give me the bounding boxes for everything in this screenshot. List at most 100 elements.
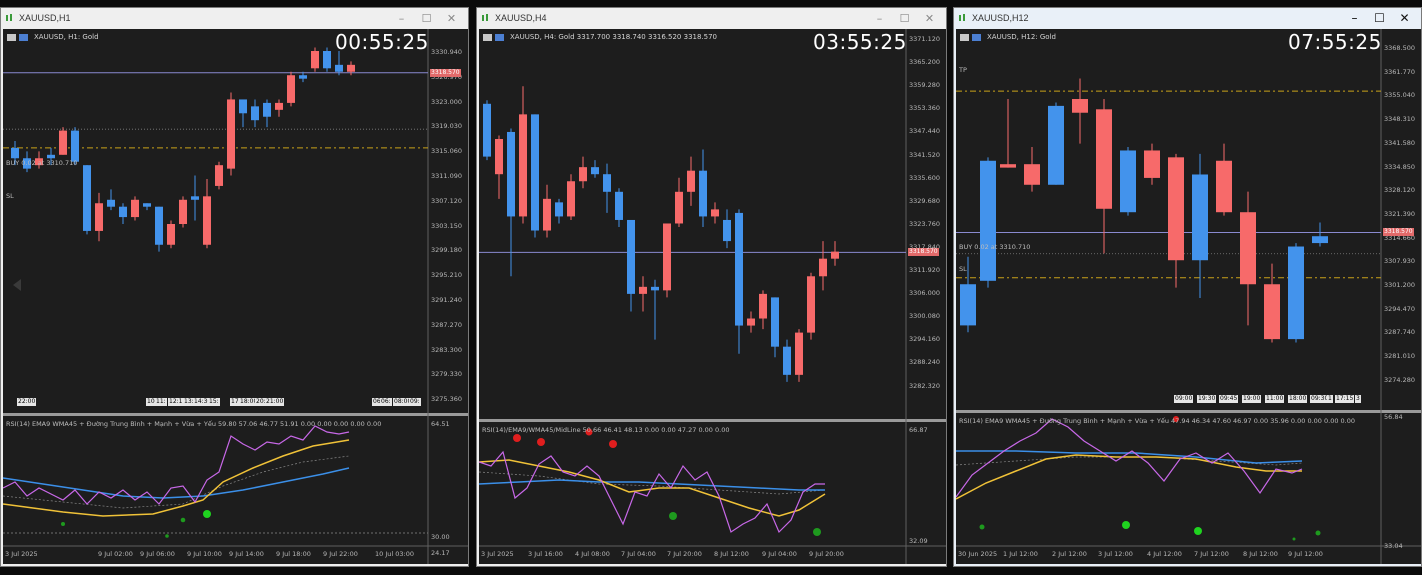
price-tick: 3307.930 [1384,257,1416,266]
candle-body [1216,160,1232,213]
signal-dot [1122,521,1130,529]
chart-area[interactable]: XAUUSD, H4: Gold 3317.700 3318.740 3316.… [479,29,946,564]
chart-window-h4[interactable]: XAUUSD,H4 – ☐ ✕ XAUUSD, H4: Gold 3317.70… [476,7,947,567]
maximize-button[interactable]: ☐ [414,12,439,25]
time-tick: 1 Jul 12:00 [1003,550,1038,558]
panel-separator [479,419,946,422]
candle-body [263,102,271,117]
time-tick: 30 Jun 2025 [958,550,998,558]
panel-separator [956,410,1421,413]
time-marker-tab: 09:45 [1219,395,1239,403]
time-marker-tab: 11:00 [1265,395,1285,403]
close-button[interactable]: ✕ [917,12,942,25]
close-button[interactable]: ✕ [1392,11,1417,25]
countdown-timer: 07:55:25 [1288,30,1382,54]
candle-body [759,293,767,319]
candle-body [155,206,163,245]
candle-body [651,286,659,291]
maximize-button[interactable]: ☐ [892,12,917,25]
current-price-tag: 3318.570 [430,68,461,77]
chart-header: XAUUSD, H12: Gold [987,33,1056,41]
price-tick: 3315.060 [431,147,463,156]
chart-window-h12[interactable]: XAUUSD,H12 – ☐ ✕ XAUUSD, H12: Gold 07:55:… [953,7,1422,567]
time-tick: 7 Jul 20:00 [667,550,702,558]
price-tick: 3295.210 [431,271,463,280]
candle-body [131,199,139,218]
time-tick: 3 Jul 2025 [5,550,38,558]
candle-body [819,258,827,277]
candle-body [675,191,683,224]
signal-dot [1315,530,1321,536]
candle-body [1264,284,1280,340]
signal-dot [180,517,186,523]
signal-dot [165,534,169,538]
indicator-label: RSI(14) EMA9 WMA45 + Đường Trung Bình + … [959,417,1356,425]
minimize-button[interactable]: – [389,12,414,25]
candle-body [807,276,815,333]
symbol-icon [19,34,28,41]
time-marker-tab: 18:00 [1288,395,1308,403]
chart-grid-icon [7,34,16,41]
price-tick: 3287.740 [1384,328,1416,337]
candle-body [143,203,151,207]
price-tick: 3294.160 [909,335,941,344]
buy-order-label: BUY 0.02 at 3310.710 [959,243,1031,251]
time-tick: 9 Jul 20:00 [809,550,844,558]
chart-area[interactable]: XAUUSD, H12: Gold 07:55:25 3368.500 3361.77… [956,29,1421,564]
time-tick: 7 Jul 12:00 [1194,550,1229,558]
price-tick: 3355.040 [1384,91,1416,100]
signal-dot [513,434,521,442]
signal-dot [609,440,617,448]
candle-body [519,114,527,217]
candle-body [579,167,587,182]
indicator-tick: 64.51 [431,420,450,428]
signal-dot [61,522,65,526]
time-marker-tab: 11: [155,398,167,406]
chart-window-h1[interactable]: XAUUSD,H1 – ☐ ✕ XAUUSD, H1: Gold 00:55:25… [0,7,469,567]
time-marker-tab: 17:15 [1335,395,1355,403]
candle-body [239,99,247,114]
chart-area[interactable]: XAUUSD, H1: Gold 00:55:25 3330.940 3326.970… [3,29,468,564]
price-tick: 3299.180 [431,246,463,255]
candle-body [167,224,175,245]
indicator-tick: 24.17 [431,549,450,557]
chart-svg [479,29,946,564]
candle-body [71,130,79,162]
chart-header: XAUUSD, H4: Gold 3317.700 3318.740 3316.… [510,33,718,41]
time-tick: 9 Jul 04:00 [762,550,797,558]
candle-body [783,346,791,375]
sl-label: SL [6,192,14,200]
time-marker-tab: 22:00 [17,398,37,406]
candle-body [591,167,599,175]
candle-body [639,286,647,294]
candle-body [11,147,19,159]
candle-body [507,131,515,217]
price-tick: 3319.030 [431,122,463,131]
price-tick: 3371.120 [909,35,941,43]
candle-body [615,191,623,220]
minimize-button[interactable]: – [1342,11,1367,25]
maximize-button[interactable]: ☐ [1367,11,1392,25]
price-tick: 3283.300 [431,345,463,354]
candle-body [335,64,343,72]
price-tick: 3279.330 [431,370,463,379]
candle-body [711,209,719,217]
candle-body [203,196,211,245]
candle-body [1312,236,1328,244]
price-tick: 3288.240 [909,358,941,367]
chart-svg [3,29,468,564]
candle-body [723,219,731,242]
window-title: XAUUSD,H4 [495,13,547,23]
candle-body [251,106,259,121]
time-tick: 9 Jul 22:00 [323,550,358,558]
price-tick: 3307.120 [431,196,463,205]
minimize-button[interactable]: – [867,12,892,25]
price-tick: 3341.520 [909,150,941,159]
time-tick: 3 Jul 16:00 [528,550,563,558]
indicator-label: RSI(14)/EMA9/WMA45/MidLine 50.66 46.41 4… [482,426,730,434]
candle-body [1168,157,1184,261]
candle-body [83,165,91,231]
symbol-icon [972,34,981,41]
candle-body [47,154,55,159]
close-button[interactable]: ✕ [439,12,464,25]
